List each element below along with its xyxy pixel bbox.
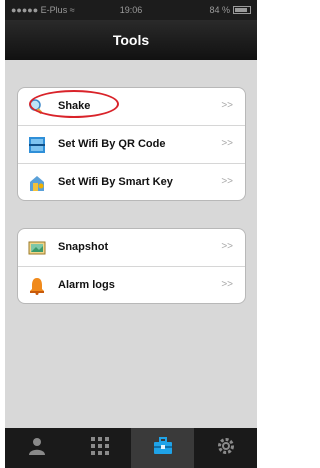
highlight-annotation: [29, 90, 119, 118]
tab-settings[interactable]: [194, 428, 257, 468]
menu-item-wifi-smart-key[interactable]: Set Wifi By Smart Key >>: [18, 164, 245, 200]
tab-bar: [5, 428, 257, 468]
status-bar: ●●●●● E-Plus ≈ 19:06 84 %: [5, 0, 257, 20]
menu-item-snapshot[interactable]: Snapshot >>: [18, 229, 245, 267]
app-screen: ●●●●● E-Plus ≈ 19:06 84 % Tools Shake >>: [5, 0, 257, 468]
battery-indicator: 84 %: [209, 5, 251, 15]
menu-item-label: Set Wifi By Smart Key: [58, 176, 173, 188]
menu-item-label: Set Wifi By QR Code: [58, 138, 166, 150]
chevron-right-icon: >>: [221, 279, 233, 290]
qr-scan-icon: [28, 136, 46, 154]
menu-item-label: Snapshot: [58, 241, 109, 253]
tab-contacts[interactable]: [5, 428, 68, 468]
tools-group-secondary: Snapshot >> Alarm logs >>: [17, 228, 246, 304]
menu-item-alarm-logs[interactable]: Alarm logs >>: [18, 267, 245, 303]
battery-icon: [233, 6, 251, 14]
toolbox-icon: [153, 436, 173, 461]
gear-icon: [216, 436, 236, 461]
picture-icon: [28, 239, 46, 257]
chevron-right-icon: >>: [221, 138, 233, 149]
bell-icon: [28, 277, 46, 295]
grid-icon: [90, 436, 110, 461]
chevron-right-icon: >>: [221, 176, 233, 187]
tab-tools[interactable]: [131, 428, 194, 468]
person-icon: [27, 436, 47, 461]
tab-grid[interactable]: [68, 428, 131, 468]
smart-key-icon: [28, 174, 46, 192]
nav-bar: Tools: [5, 20, 257, 60]
menu-item-label: Alarm logs: [58, 279, 115, 291]
page-title: Tools: [112, 32, 150, 48]
chevron-right-icon: >>: [221, 100, 233, 111]
battery-percent: 84 %: [209, 5, 230, 15]
menu-item-wifi-qr[interactable]: Set Wifi By QR Code >>: [18, 126, 245, 164]
chevron-right-icon: >>: [221, 241, 233, 252]
